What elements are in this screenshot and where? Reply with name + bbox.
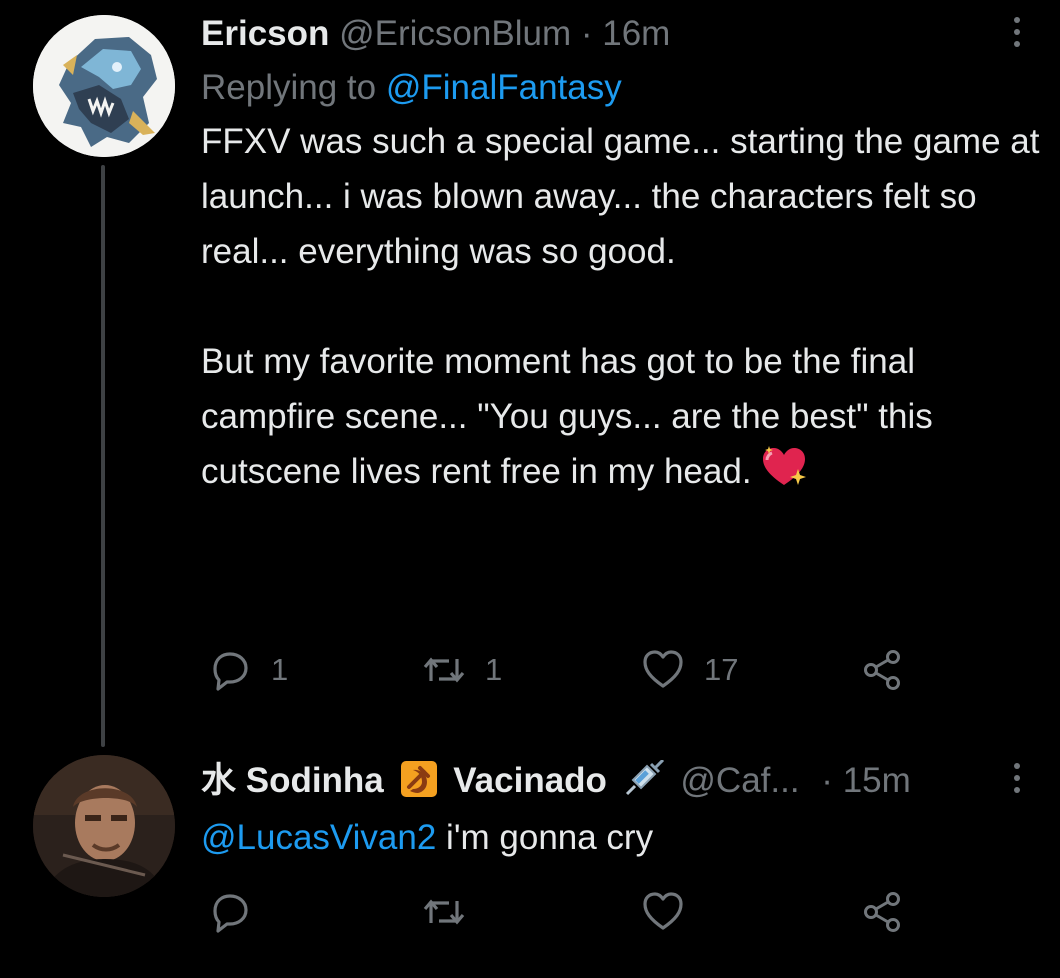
replying-to-mention[interactable]: @FinalFantasy [386,68,622,107]
reply-mention[interactable]: @LucasVivan2 [201,818,436,857]
tweet-ericson[interactable]: Ericson @EricsonBlum · 16m Replying to @… [0,0,1060,747]
retweet-button[interactable] [421,890,467,934]
avatar-ericson[interactable] [33,15,175,157]
author-name[interactable]: Ericson [201,14,329,53]
hammer-sickle-emoji [400,760,438,798]
author-handle[interactable]: @EricsonBlum [339,14,571,53]
tweet-time[interactable]: 15m [843,761,911,800]
tweet-paragraph-1: FFXV was such a special game... starting… [201,122,1040,271]
like-button[interactable]: 17 [640,648,738,692]
reply-button[interactable] [207,890,253,934]
tweet-header: 水 Sodinha Vacinado @Caf... · 15m [201,758,1046,800]
retweet-button[interactable]: 1 [421,648,502,692]
tweet-actions: 1 1 17 [207,648,927,692]
profile-photo-image [33,755,175,897]
reply-button[interactable]: 1 [207,648,288,692]
replying-to-label: Replying to [201,68,377,107]
share-button[interactable] [859,890,905,934]
thread-connector-line [101,165,105,747]
retweet-icon [423,657,465,683]
share-icon [864,650,900,690]
author-handle[interactable]: @Caf... [680,761,799,800]
reply-count: 1 [271,652,289,687]
like-count: 17 [704,652,739,687]
sparkling-heart-emoji [761,445,807,507]
separator-dot: · [821,761,833,800]
avatar-sodinha[interactable] [33,755,175,897]
reply-icon [213,894,248,933]
tweet-text: FFXV was such a special game... starting… [201,114,1046,507]
retweet-icon [423,899,465,925]
tweet-header: Ericson @EricsonBlum · 16m [201,14,1046,54]
replying-to-line: Replying to @FinalFantasy [201,68,1046,108]
tweet-sodinha[interactable]: 水 Sodinha Vacinado @Caf... · 15m @LucasV… [0,740,1060,978]
heart-icon [643,892,683,930]
syringe-emoji [621,758,665,798]
tweet-actions [207,890,927,934]
tweet-text-body: i'm gonna cry [446,818,654,857]
tweet-time[interactable]: 16m [602,14,670,53]
tweet-paragraph-2-text: But my favorite moment has got to be the… [201,342,933,491]
reply-icon [213,652,248,691]
author-name-part1[interactable]: 水 Sodinha [201,761,384,800]
more-options-icon[interactable] [1012,760,1022,796]
like-button[interactable] [640,890,686,934]
tweet-text: @LucasVivan2 i'm gonna cry [201,810,1046,865]
retweet-count: 1 [485,652,503,687]
tweet-paragraph-2: But my favorite moment has got to be the… [201,334,1046,507]
share-button[interactable] [859,648,905,692]
heart-icon [643,650,683,688]
author-name-part2[interactable]: Vacinado [453,761,607,800]
more-options-icon[interactable] [1012,14,1022,50]
dragon-avatar-image [33,15,175,157]
separator-dot: · [580,14,593,53]
share-icon [864,892,900,932]
